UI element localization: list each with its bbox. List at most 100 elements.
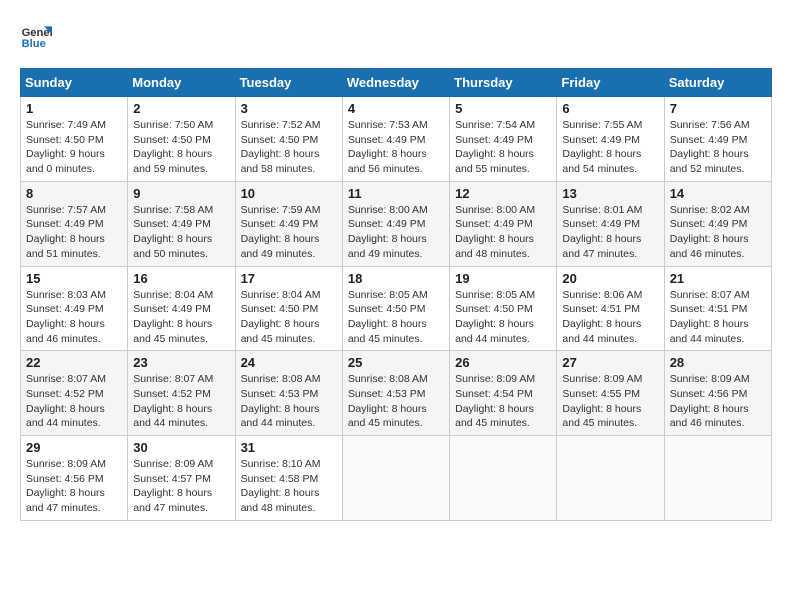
day-info: Sunrise: 8:07 AM Sunset: 4:52 PM Dayligh… xyxy=(26,372,122,431)
day-info: Sunrise: 7:57 AM Sunset: 4:49 PM Dayligh… xyxy=(26,203,122,262)
calendar-cell: 25 Sunrise: 8:08 AM Sunset: 4:53 PM Dayli… xyxy=(342,351,449,436)
day-info: Sunrise: 8:09 AM Sunset: 4:55 PM Dayligh… xyxy=(562,372,658,431)
calendar-week-2: 8 Sunrise: 7:57 AM Sunset: 4:49 PM Daylig… xyxy=(21,181,772,266)
day-number: 4 xyxy=(348,101,444,116)
day-number: 27 xyxy=(562,355,658,370)
calendar-cell xyxy=(342,436,449,521)
day-number: 26 xyxy=(455,355,551,370)
day-number: 31 xyxy=(241,440,337,455)
calendar-cell: 28 Sunrise: 8:09 AM Sunset: 4:56 PM Dayli… xyxy=(664,351,771,436)
day-info: Sunrise: 8:09 AM Sunset: 4:56 PM Dayligh… xyxy=(26,457,122,516)
calendar-cell: 11 Sunrise: 8:00 AM Sunset: 4:49 PM Dayli… xyxy=(342,181,449,266)
calendar-cell: 1 Sunrise: 7:49 AM Sunset: 4:50 PM Daylig… xyxy=(21,97,128,182)
day-info: Sunrise: 7:56 AM Sunset: 4:49 PM Dayligh… xyxy=(670,118,766,177)
day-info: Sunrise: 7:50 AM Sunset: 4:50 PM Dayligh… xyxy=(133,118,229,177)
day-number: 25 xyxy=(348,355,444,370)
day-info: Sunrise: 8:08 AM Sunset: 4:53 PM Dayligh… xyxy=(241,372,337,431)
weekday-header-wednesday: Wednesday xyxy=(342,69,449,97)
calendar-cell: 13 Sunrise: 8:01 AM Sunset: 4:49 PM Dayli… xyxy=(557,181,664,266)
calendar-cell: 22 Sunrise: 8:07 AM Sunset: 4:52 PM Dayli… xyxy=(21,351,128,436)
day-number: 22 xyxy=(26,355,122,370)
day-number: 23 xyxy=(133,355,229,370)
calendar-cell: 9 Sunrise: 7:58 AM Sunset: 4:49 PM Daylig… xyxy=(128,181,235,266)
weekday-header-sunday: Sunday xyxy=(21,69,128,97)
day-info: Sunrise: 8:09 AM Sunset: 4:56 PM Dayligh… xyxy=(670,372,766,431)
day-info: Sunrise: 8:09 AM Sunset: 4:54 PM Dayligh… xyxy=(455,372,551,431)
calendar-week-5: 29Sunrise: 8:09 AM Sunset: 4:56 PM Dayli… xyxy=(21,436,772,521)
calendar-cell: 16 Sunrise: 8:04 AM Sunset: 4:49 PM Dayli… xyxy=(128,266,235,351)
calendar-cell: 10Sunrise: 7:59 AM Sunset: 4:49 PM Dayli… xyxy=(235,181,342,266)
calendar-cell xyxy=(557,436,664,521)
day-number: 16 xyxy=(133,271,229,286)
calendar-cell: 18 Sunrise: 8:05 AM Sunset: 4:50 PM Dayli… xyxy=(342,266,449,351)
day-number: 6 xyxy=(562,101,658,116)
day-info: Sunrise: 8:05 AM Sunset: 4:50 PM Dayligh… xyxy=(348,288,444,347)
day-info: Sunrise: 7:55 AM Sunset: 4:49 PM Dayligh… xyxy=(562,118,658,177)
calendar-cell: 7 Sunrise: 7:56 AM Sunset: 4:49 PM Daylig… xyxy=(664,97,771,182)
day-number: 3 xyxy=(241,101,337,116)
calendar-cell: 17 Sunrise: 8:04 AM Sunset: 4:50 PM Dayli… xyxy=(235,266,342,351)
day-info: Sunrise: 7:53 AM Sunset: 4:49 PM Dayligh… xyxy=(348,118,444,177)
day-number: 28 xyxy=(670,355,766,370)
day-info: Sunrise: 7:52 AM Sunset: 4:50 PM Dayligh… xyxy=(241,118,337,177)
day-number: 24 xyxy=(241,355,337,370)
calendar-cell: 26 Sunrise: 8:09 AM Sunset: 4:54 PM Dayli… xyxy=(450,351,557,436)
day-info: Sunrise: 8:03 AM Sunset: 4:49 PM Dayligh… xyxy=(26,288,122,347)
day-info: Sunrise: 8:04 AM Sunset: 4:50 PM Dayligh… xyxy=(241,288,337,347)
weekday-header-friday: Friday xyxy=(557,69,664,97)
page-header: General Blue xyxy=(20,20,772,52)
day-info: Sunrise: 7:59 AM Sunset: 4:49 PM Dayligh… xyxy=(241,203,337,262)
logo: General Blue xyxy=(20,20,52,52)
weekday-header-saturday: Saturday xyxy=(664,69,771,97)
calendar-header-row: SundayMondayTuesdayWednesdayThursdayFrid… xyxy=(21,69,772,97)
day-number: 20 xyxy=(562,271,658,286)
weekday-header-thursday: Thursday xyxy=(450,69,557,97)
calendar-cell: 15 Sunrise: 8:03 AM Sunset: 4:49 PM Dayli… xyxy=(21,266,128,351)
day-info: Sunrise: 8:05 AM Sunset: 4:50 PM Dayligh… xyxy=(455,288,551,347)
calendar-week-4: 22 Sunrise: 8:07 AM Sunset: 4:52 PM Dayli… xyxy=(21,351,772,436)
calendar-cell: 3 Sunrise: 7:52 AM Sunset: 4:50 PM Daylig… xyxy=(235,97,342,182)
day-info: Sunrise: 7:58 AM Sunset: 4:49 PM Dayligh… xyxy=(133,203,229,262)
day-number: 2 xyxy=(133,101,229,116)
day-number: 11 xyxy=(348,186,444,201)
day-number: 5 xyxy=(455,101,551,116)
weekday-header-monday: Monday xyxy=(128,69,235,97)
day-info: Sunrise: 7:54 AM Sunset: 4:49 PM Dayligh… xyxy=(455,118,551,177)
day-info: Sunrise: 8:08 AM Sunset: 4:53 PM Dayligh… xyxy=(348,372,444,431)
day-number: 9 xyxy=(133,186,229,201)
day-info: Sunrise: 8:10 AM Sunset: 4:58 PM Dayligh… xyxy=(241,457,337,516)
day-number: 7 xyxy=(670,101,766,116)
calendar-cell: 14Sunrise: 8:02 AM Sunset: 4:49 PM Dayli… xyxy=(664,181,771,266)
day-info: Sunrise: 7:49 AM Sunset: 4:50 PM Dayligh… xyxy=(26,118,122,177)
day-number: 8 xyxy=(26,186,122,201)
calendar-cell: 4 Sunrise: 7:53 AM Sunset: 4:49 PM Daylig… xyxy=(342,97,449,182)
day-number: 12 xyxy=(455,186,551,201)
calendar-cell: 21Sunrise: 8:07 AM Sunset: 4:51 PM Dayli… xyxy=(664,266,771,351)
day-number: 17 xyxy=(241,271,337,286)
day-info: Sunrise: 8:09 AM Sunset: 4:57 PM Dayligh… xyxy=(133,457,229,516)
calendar-cell xyxy=(450,436,557,521)
calendar-cell: 31 Sunrise: 8:10 AM Sunset: 4:58 PM Dayli… xyxy=(235,436,342,521)
calendar-cell: 20Sunrise: 8:06 AM Sunset: 4:51 PM Dayli… xyxy=(557,266,664,351)
calendar-cell: 6 Sunrise: 7:55 AM Sunset: 4:49 PM Daylig… xyxy=(557,97,664,182)
day-info: Sunrise: 8:01 AM Sunset: 4:49 PM Dayligh… xyxy=(562,203,658,262)
day-number: 21 xyxy=(670,271,766,286)
day-number: 1 xyxy=(26,101,122,116)
calendar-table: SundayMondayTuesdayWednesdayThursdayFrid… xyxy=(20,68,772,521)
calendar-cell xyxy=(664,436,771,521)
svg-text:Blue: Blue xyxy=(22,38,46,50)
day-info: Sunrise: 8:04 AM Sunset: 4:49 PM Dayligh… xyxy=(133,288,229,347)
calendar-cell: 30 Sunrise: 8:09 AM Sunset: 4:57 PM Dayli… xyxy=(128,436,235,521)
calendar-cell: 29Sunrise: 8:09 AM Sunset: 4:56 PM Dayli… xyxy=(21,436,128,521)
calendar-week-3: 15 Sunrise: 8:03 AM Sunset: 4:49 PM Dayli… xyxy=(21,266,772,351)
day-info: Sunrise: 8:00 AM Sunset: 4:49 PM Dayligh… xyxy=(348,203,444,262)
day-number: 14 xyxy=(670,186,766,201)
day-info: Sunrise: 8:00 AM Sunset: 4:49 PM Dayligh… xyxy=(455,203,551,262)
calendar-cell: 24 Sunrise: 8:08 AM Sunset: 4:53 PM Dayli… xyxy=(235,351,342,436)
day-number: 15 xyxy=(26,271,122,286)
day-number: 19 xyxy=(455,271,551,286)
day-number: 13 xyxy=(562,186,658,201)
day-number: 18 xyxy=(348,271,444,286)
day-number: 30 xyxy=(133,440,229,455)
weekday-header-tuesday: Tuesday xyxy=(235,69,342,97)
